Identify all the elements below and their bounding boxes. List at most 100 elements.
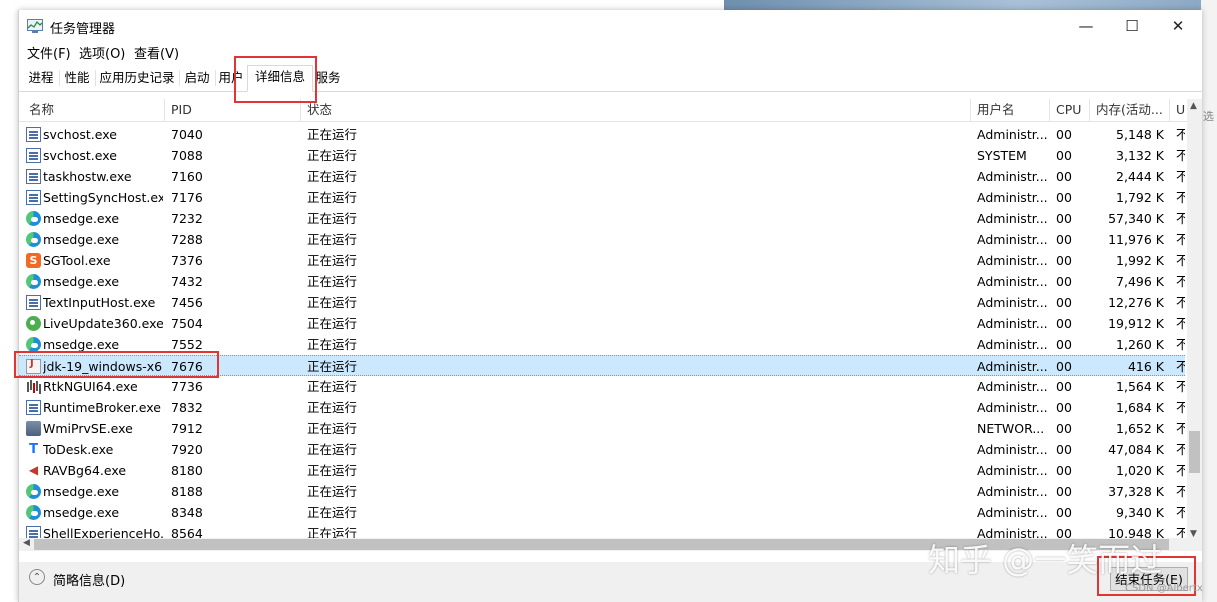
tab-performance[interactable]: 性能 — [60, 67, 94, 89]
cell-uac: 不 — [1176, 187, 1185, 208]
cell-memory: 57,340 K — [1108, 211, 1164, 226]
tab-startup[interactable]: 启动 — [180, 67, 214, 89]
table-row[interactable]: RuntimeBroker.exe 7832 正在运行 Administr... 00 1… — [19, 397, 1185, 418]
process-name: TextInputHost.exe — [43, 295, 156, 310]
cell-status: 正在运行 — [307, 421, 358, 436]
fewer-details-link[interactable]: 简略信息(D) — [53, 570, 125, 589]
cell-pid: 7232 — [171, 211, 203, 226]
table-row[interactable]: msedge.exe 8188 正在运行 Administr... 00 37,328 K… — [19, 481, 1185, 502]
cell-status: 正在运行 — [307, 359, 358, 374]
cell-status: 正在运行 — [307, 463, 358, 478]
cell-memory: 3,132 K — [1116, 148, 1164, 163]
menu-view[interactable]: 查看(V) — [134, 43, 179, 62]
table-row[interactable]: msedge.exe 7232 正在运行 Administr... 00 57,340 K… — [19, 208, 1185, 229]
cell-uac: 不 — [1176, 376, 1185, 397]
cell-pid: 7376 — [171, 253, 203, 268]
cell-pid: 7736 — [171, 379, 203, 394]
table-row[interactable]: svchost.exe 7040 正在运行 Administr... 00 5,148 K… — [19, 124, 1185, 145]
cell-status: 正在运行 — [307, 442, 358, 457]
edge-icon — [26, 505, 41, 520]
table-row[interactable]: taskhostw.exe 7160 正在运行 Administr... 00 2,444… — [19, 166, 1185, 187]
column-cpu[interactable]: CPU — [1050, 99, 1090, 121]
table-row[interactable]: SettingSyncHost.exe 7176 正在运行 Administr... 0… — [19, 187, 1185, 208]
cell-uac: 不 — [1176, 460, 1185, 481]
cell-user: Administr... — [977, 169, 1048, 184]
cell-cpu: 00 — [1056, 127, 1072, 142]
speaker-icon: ◀ — [28, 463, 39, 477]
cell-memory: 5,148 K — [1116, 127, 1164, 142]
table-row[interactable]: T ToDesk.exe 7920 正在运行 Administr... 00 47,084 … — [19, 439, 1185, 460]
menu-file[interactable]: 文件(F) — [27, 43, 71, 62]
process-name: WmiPrvSE.exe — [43, 421, 133, 436]
process-name: msedge.exe — [43, 484, 120, 499]
cell-uac: 不 — [1176, 145, 1185, 166]
service-icon — [26, 127, 41, 142]
cell-memory: 9,340 K — [1116, 505, 1164, 520]
cell-cpu: 00 — [1056, 316, 1072, 331]
tab-app-history[interactable]: 应用历史记录 — [96, 67, 178, 89]
cell-memory: 1,652 K — [1116, 421, 1164, 436]
process-name: svchost.exe — [43, 148, 117, 163]
table-row[interactable]: RtkNGUI64.exe 7736 正在运行 Administr... 00 1,564… — [19, 376, 1185, 397]
scroll-up-icon[interactable]: ▲ — [1190, 101, 1197, 111]
cell-memory: 1,020 K — [1116, 463, 1164, 478]
cell-uac: 不 — [1176, 313, 1185, 334]
cell-pid: 8564 — [171, 526, 203, 538]
table-row[interactable]: msedge.exe 7432 正在运行 Administr... 00 7,496 K 不 — [19, 271, 1185, 292]
table-row[interactable]: LiveUpdate360.exe 7504 正在运行 Administr... 00 1… — [19, 313, 1185, 334]
wmi-icon — [26, 421, 41, 436]
tab-processes[interactable]: 进程 — [24, 67, 58, 89]
cell-status: 正在运行 — [307, 316, 358, 331]
cell-pid: 7088 — [171, 148, 203, 163]
cell-status: 正在运行 — [307, 337, 358, 352]
cell-memory: 11,976 K — [1108, 232, 1164, 247]
cell-status: 正在运行 — [307, 274, 358, 289]
cell-cpu: 00 — [1056, 400, 1072, 415]
cell-status: 正在运行 — [307, 526, 358, 538]
table-row[interactable]: TextInputHost.exe 7456 正在运行 Administr... 00 1… — [19, 292, 1185, 313]
cell-uac: 不 — [1176, 229, 1185, 250]
cell-status: 正在运行 — [307, 169, 358, 184]
maximize-button[interactable]: ☐ — [1109, 10, 1155, 42]
cell-uac: 不 — [1176, 208, 1185, 229]
cell-memory: 12,276 K — [1108, 295, 1164, 310]
table-row[interactable]: msedge.exe 8348 正在运行 Administr... 00 9,340 K 不 — [19, 502, 1185, 523]
cell-status: 正在运行 — [307, 295, 358, 310]
minimize-button[interactable]: — — [1063, 10, 1109, 42]
chevron-up-icon[interactable]: ⌃ — [29, 569, 45, 585]
vertical-scrollbar[interactable]: ▲ ▼ — [1187, 99, 1202, 551]
cell-user: NETWOR... — [977, 421, 1045, 436]
column-memory[interactable]: 内存(活动... — [1090, 99, 1170, 121]
menu-options[interactable]: 选项(O) — [79, 43, 125, 62]
column-status[interactable]: 状态 — [301, 99, 971, 121]
cell-uac: 不 — [1176, 502, 1185, 523]
cell-status: 正在运行 — [307, 253, 358, 268]
cell-memory: 1,260 K — [1116, 337, 1164, 352]
cell-cpu: 00 — [1056, 253, 1072, 268]
table-row[interactable]: S SGTool.exe 7376 正在运行 Administr... 00 1,992 K… — [19, 250, 1185, 271]
column-header: 名称 PID 状态 用户名 CPU 内存(活动... U — [19, 99, 1189, 122]
close-button[interactable]: ✕ — [1155, 10, 1201, 42]
menu-bar: 文件(F) 选项(O) 查看(V) — [19, 43, 619, 63]
scroll-down-icon[interactable]: ▼ — [1190, 529, 1197, 539]
column-username[interactable]: 用户名 — [971, 99, 1050, 121]
edge-icon — [26, 232, 41, 247]
column-name[interactable]: 名称 — [19, 99, 165, 121]
cell-pid: 7920 — [171, 442, 203, 457]
table-row[interactable]: WmiPrvSE.exe 7912 正在运行 NETWOR... 00 1,652 K 不 — [19, 418, 1185, 439]
cell-memory: 1,792 K — [1116, 190, 1164, 205]
cell-status: 正在运行 — [307, 127, 358, 142]
table-row[interactable]: ◀ RAVBg64.exe 8180 正在运行 Administr... 00 1,020 … — [19, 460, 1185, 481]
scroll-left-icon[interactable]: ◀ — [23, 538, 30, 548]
table-row[interactable]: msedge.exe 7288 正在运行 Administr... 00 11,976 K… — [19, 229, 1185, 250]
table-row[interactable]: svchost.exe 7088 正在运行 SYSTEM 00 3,132 K 不 — [19, 145, 1185, 166]
title-bar[interactable]: 任务管理器 — ☐ ✕ — [19, 10, 1202, 42]
tab-strip: 进程 性能 应用历史记录 启动 用户 详细信息 服务 — [19, 65, 1202, 92]
cell-cpu: 00 — [1056, 148, 1072, 163]
cell-uac: 不 — [1176, 397, 1185, 418]
highlight-jdk-row — [14, 351, 219, 378]
task-manager-icon — [27, 19, 43, 33]
vertical-scroll-thumb[interactable] — [1189, 431, 1200, 473]
cell-user: SYSTEM — [977, 148, 1027, 163]
cell-pid: 7160 — [171, 169, 203, 184]
